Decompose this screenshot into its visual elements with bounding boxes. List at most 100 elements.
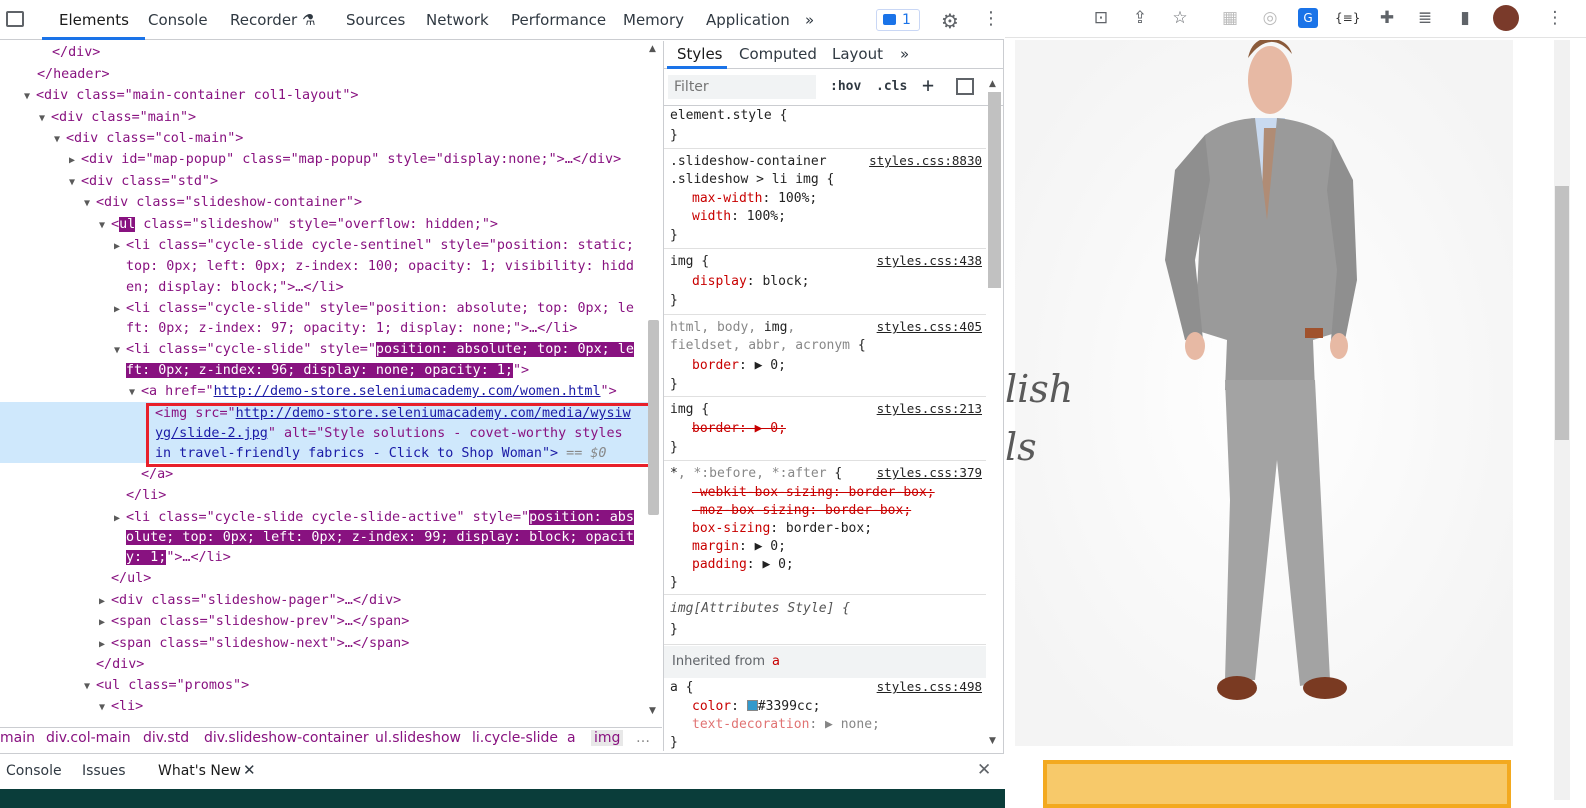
- tree-line[interactable]: ▼ <div class="main">: [39, 107, 196, 128]
- tree-line[interactable]: ▼ <div class="main-container col1-layout"…: [24, 85, 358, 106]
- tab-recorder[interactable]: Recorder ⚗: [230, 0, 315, 40]
- kebab-menu-icon[interactable]: ⋮: [982, 8, 1000, 29]
- json-viewer-extension-icon[interactable]: {≡}: [1335, 8, 1360, 28]
- rule-selector[interactable]: .slideshow > li img {: [670, 171, 834, 189]
- rule-declaration[interactable]: display: block;: [692, 273, 809, 291]
- rule-source-link[interactable]: styles.css:8830: [869, 153, 982, 168]
- rule-declaration[interactable]: margin: ▶ 0;: [692, 538, 786, 556]
- tree-line[interactable]: ▼ <ul class="slideshow" style="overflow: …: [99, 214, 498, 235]
- scroll-down-icon[interactable]: ▼: [649, 706, 656, 716]
- rule-selector[interactable]: img {: [670, 253, 709, 271]
- scroll-up-icon[interactable]: ▲: [649, 44, 656, 54]
- page-scrollbar-thumb[interactable]: [1555, 186, 1569, 440]
- expand-triangle-icon[interactable]: ▼: [84, 193, 96, 214]
- breadcrumb-overflow[interactable]: …: [636, 730, 650, 746]
- media-control-icon[interactable]: ≣: [1415, 8, 1435, 28]
- rule-declaration[interactable]: max-width: 100%;: [692, 190, 817, 208]
- rule-selector[interactable]: html, body, img,: [670, 319, 795, 337]
- tree-line[interactable]: ▼ <a href="http://demo-store.seleniumacad…: [129, 381, 617, 402]
- tree-line[interactable]: y: 1;">…</li>: [126, 547, 231, 568]
- class-toggle-button[interactable]: .cls: [876, 79, 907, 94]
- inspect-element-icon[interactable]: [6, 11, 24, 27]
- inherited-element[interactable]: a: [772, 654, 780, 669]
- tree-line[interactable]: </div>: [52, 42, 100, 63]
- collapse-triangle-icon[interactable]: ▶: [99, 634, 111, 655]
- breadcrumb-item[interactable]: div.std: [143, 730, 189, 746]
- rule-source-link[interactable]: styles.css:498: [877, 679, 982, 694]
- tree-line[interactable]: ▼ <div class="slideshow-container">: [84, 192, 362, 213]
- expand-triangle-icon[interactable]: ▼: [99, 697, 111, 717]
- tree-line[interactable]: ▼ <ul class="promos">: [84, 675, 249, 696]
- promo-banner[interactable]: [1043, 760, 1511, 808]
- breadcrumb-item[interactable]: ul.slideshow: [375, 730, 461, 746]
- avatar[interactable]: [1493, 5, 1519, 31]
- drawer-tab-whats-new[interactable]: What's New: [158, 763, 241, 779]
- expand-triangle-icon[interactable]: ▼: [69, 172, 81, 193]
- href-link[interactable]: http://demo-store.seleniumacademy.com/wo…: [214, 384, 601, 399]
- tree-line[interactable]: ft: 0px; z-index: 96; display: none; opa…: [126, 360, 529, 381]
- tab-console[interactable]: Console: [148, 0, 208, 40]
- slideshow-model-image[interactable]: [1015, 40, 1513, 746]
- tree-line[interactable]: ▼ <div class="col-main">: [54, 128, 243, 149]
- rule-selector[interactable]: element.style {: [670, 107, 787, 125]
- rule-source-link[interactable]: styles.css:213: [877, 401, 982, 416]
- styles-scrollbar-thumb[interactable]: [988, 92, 1001, 288]
- collapse-triangle-icon[interactable]: ▶: [99, 612, 111, 633]
- collapse-triangle-icon[interactable]: ▶: [114, 236, 126, 257]
- tree-line[interactable]: ▼ <li>: [99, 696, 143, 717]
- breadcrumb-item[interactable]: div.col-main: [46, 730, 131, 746]
- tab-layout[interactable]: Layout: [832, 45, 883, 63]
- styles-filter-input[interactable]: [668, 75, 816, 99]
- expand-triangle-icon[interactable]: ▼: [99, 215, 111, 236]
- breadcrumb-item-active[interactable]: img: [591, 730, 624, 746]
- tree-line[interactable]: ▶ <li class="cycle-slide cycle-slide-acti…: [114, 507, 634, 528]
- tree-scrollbar-thumb[interactable]: [648, 320, 659, 515]
- tree-line[interactable]: ▶ <div class="slideshow-pager">…</div>: [99, 590, 401, 611]
- tree-line[interactable]: </ul>: [111, 568, 151, 589]
- rule-declaration-overridden[interactable]: border: ▶ 0;: [692, 420, 786, 438]
- drawer-tab-console[interactable]: Console: [6, 763, 62, 779]
- rule-selector[interactable]: img {: [670, 401, 709, 419]
- rule-declaration[interactable]: padding: ▶ 0;: [692, 556, 794, 574]
- bookmark-star-icon[interactable]: ☆: [1170, 8, 1190, 28]
- rule-selector[interactable]: .slideshow-container: [670, 153, 827, 171]
- breadcrumb-item[interactable]: main: [0, 730, 35, 746]
- drawer-tab-issues[interactable]: Issues: [82, 763, 126, 779]
- extension-icon[interactable]: ◎: [1260, 8, 1280, 28]
- scroll-down-icon[interactable]: ▼: [989, 736, 996, 746]
- breadcrumb-item[interactable]: div.slideshow-container: [204, 730, 369, 746]
- google-translate-extension-icon[interactable]: G: [1298, 8, 1318, 28]
- more-subtabs-button[interactable]: »: [900, 45, 909, 63]
- tab-application[interactable]: Application: [706, 0, 790, 40]
- tab-memory[interactable]: Memory: [623, 0, 684, 40]
- tree-line[interactable]: </a>: [141, 464, 173, 485]
- gear-icon[interactable]: ⚙: [941, 9, 959, 33]
- rule-declaration[interactable]: border: ▶ 0;: [692, 357, 786, 375]
- breadcrumb-item[interactable]: a: [567, 730, 576, 746]
- tree-line[interactable]: en; display: block;">…</li>: [126, 277, 344, 298]
- scroll-up-icon[interactable]: ▲: [989, 79, 996, 89]
- tree-line[interactable]: ▶ <li class="cycle-slide cycle-sentinel" …: [114, 235, 634, 256]
- side-panel-icon[interactable]: ▮: [1455, 8, 1475, 28]
- close-tab-icon[interactable]: ✕: [243, 761, 256, 779]
- tree-line[interactable]: </header>: [37, 64, 110, 85]
- rule-source-link[interactable]: styles.css:438: [877, 253, 982, 268]
- share-icon[interactable]: ⇪: [1130, 8, 1150, 28]
- tree-line[interactable]: </li>: [126, 485, 166, 506]
- translate-icon[interactable]: ⊡: [1091, 8, 1111, 28]
- hover-state-button[interactable]: :hov: [830, 79, 861, 94]
- tree-line[interactable]: top: 0px; left: 0px; z-index: 100; opaci…: [126, 256, 634, 277]
- tab-styles[interactable]: Styles: [677, 45, 723, 63]
- rule-source-link[interactable]: styles.css:379: [877, 465, 982, 480]
- more-tabs-button[interactable]: »: [805, 0, 814, 40]
- collapse-triangle-icon[interactable]: ▶: [99, 591, 111, 612]
- tree-line[interactable]: ▼ <div class="std">: [69, 171, 218, 192]
- close-drawer-icon[interactable]: ✕: [977, 760, 991, 780]
- issues-button[interactable]: 1: [876, 9, 920, 31]
- rule-declaration[interactable]: box-sizing: border-box;: [692, 520, 872, 538]
- rule-selector[interactable]: fieldset, abbr, acronym {: [670, 337, 866, 355]
- rule-selector[interactable]: *, *:before, *:after {: [670, 465, 842, 483]
- rule-declaration[interactable]: color: #3399cc;: [692, 698, 820, 716]
- toggle-sidebar-icon[interactable]: [956, 78, 974, 95]
- expand-triangle-icon[interactable]: ▼: [129, 382, 141, 403]
